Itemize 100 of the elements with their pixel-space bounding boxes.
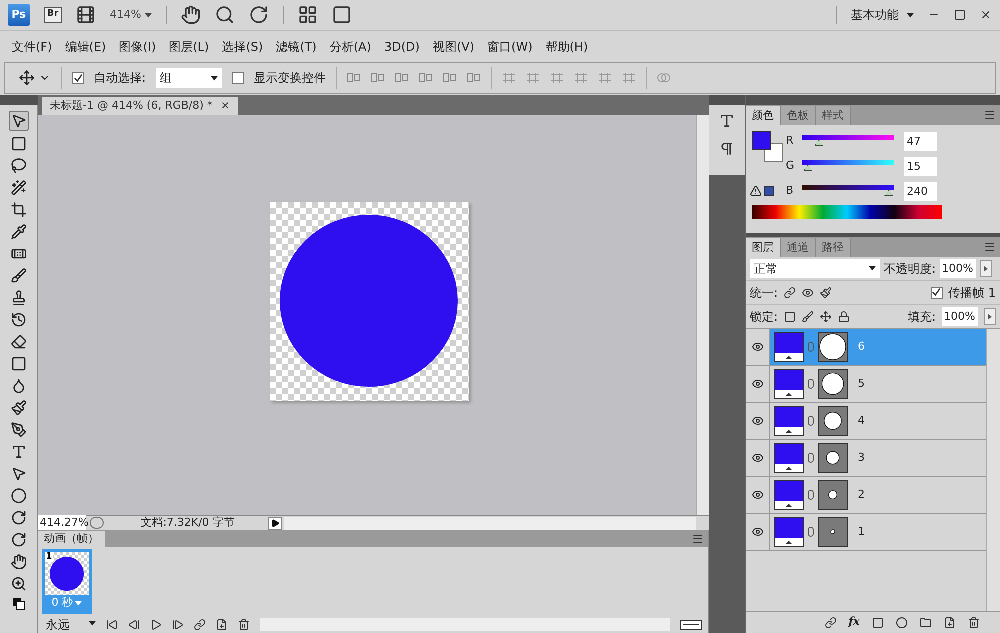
channel-slider[interactable]	[802, 160, 894, 172]
menu-item[interactable]: 文件(F)	[12, 38, 52, 56]
layer-name[interactable]: 1	[858, 524, 865, 540]
wand-tool-icon[interactable]	[10, 180, 26, 196]
caret-icon[interactable]	[89, 620, 96, 626]
next-frame-icon[interactable]	[172, 618, 184, 630]
visibility-eye-icon[interactable]	[752, 489, 764, 501]
adjustment-layer-icon[interactable]	[896, 616, 908, 628]
eyedropper-tool-icon[interactable]	[10, 224, 26, 240]
orbit-3d-icon[interactable]	[10, 532, 26, 548]
lasso-tool-icon[interactable]	[10, 158, 26, 174]
opacity-field[interactable]: 100%	[940, 259, 976, 278]
menu-item[interactable]: 选择(S)	[222, 38, 264, 56]
layer-row[interactable]: 5	[746, 366, 986, 403]
move-tool-icon[interactable]	[10, 113, 26, 129]
layer-row[interactable]: 4	[746, 403, 986, 440]
arrange-icon[interactable]	[298, 5, 318, 25]
visibility-eye-icon[interactable]	[752, 378, 764, 390]
new-layer-icon[interactable]	[944, 616, 956, 628]
panel-menu-icon[interactable]	[984, 241, 996, 253]
close-icon[interactable]	[980, 9, 992, 21]
visibility-eye-icon[interactable]	[752, 452, 764, 464]
lock-transparency-icon[interactable]	[784, 310, 796, 322]
visibility-eye-icon[interactable]	[752, 415, 764, 427]
menu-item[interactable]: 分析(A)	[330, 38, 372, 56]
visibility-eye-icon[interactable]	[752, 526, 764, 538]
move-tool-icon[interactable]	[19, 70, 51, 86]
panel-tab[interactable]: 样式	[816, 106, 851, 125]
link-layers-icon[interactable]	[824, 616, 837, 628]
bridge-button[interactable]: Br	[44, 7, 62, 23]
gamut-warning-icon[interactable]	[750, 185, 762, 197]
slider-thumb[interactable]	[814, 140, 824, 146]
first-frame-icon[interactable]	[106, 618, 118, 630]
menu-item[interactable]: 编辑(E)	[65, 38, 106, 56]
layer-row[interactable]: 2	[746, 477, 986, 514]
layers-scrollbar[interactable]	[986, 329, 1000, 611]
channel-value-field[interactable]: 15	[904, 156, 937, 176]
unify-visibility-icon[interactable]	[802, 286, 814, 298]
auto-select-dropdown[interactable]: 组	[156, 68, 222, 88]
caret-icon[interactable]	[145, 12, 152, 18]
stepper-button[interactable]	[980, 260, 992, 277]
lock-all-icon[interactable]	[838, 310, 850, 322]
marquee-tool-icon[interactable]	[10, 136, 26, 152]
zoom-icon[interactable]	[215, 5, 236, 25]
menu-item[interactable]: 滤镜(T)	[276, 38, 317, 56]
brush-tool-icon[interactable]	[10, 268, 26, 284]
panel-tab[interactable]: 图层	[746, 238, 781, 257]
caret-icon[interactable]	[869, 266, 876, 271]
menu-item[interactable]: 帮助(H)	[546, 38, 588, 56]
menu-item[interactable]: 窗口(W)	[488, 38, 533, 56]
channel-value-field[interactable]: 240	[904, 182, 937, 200]
blend-mode-dropdown[interactable]: 正常	[750, 259, 880, 278]
eraser-tool-icon[interactable]	[10, 334, 26, 350]
new-group-icon[interactable]	[920, 616, 932, 628]
layer-name[interactable]: 4	[858, 412, 865, 430]
character-panel-icon[interactable]	[719, 113, 735, 129]
channel-value-field[interactable]: 47	[904, 132, 937, 150]
color-swatches-icon[interactable]	[12, 597, 26, 611]
timeline-toggle-icon[interactable]	[680, 620, 702, 630]
lock-pixels-icon[interactable]	[802, 310, 814, 322]
slider-thumb[interactable]	[804, 165, 813, 171]
paragraph-panel-icon[interactable]	[719, 141, 735, 157]
menu-item[interactable]: 视图(V)	[432, 38, 475, 56]
history-brush-icon[interactable]	[10, 312, 26, 328]
hand-icon[interactable]	[181, 5, 202, 25]
zoom-preview-icon[interactable]	[90, 517, 104, 529]
type-tool-icon[interactable]	[10, 444, 26, 460]
document-tab[interactable]: 未标题-1 @ 414% (6, RGB/8) * ×	[42, 97, 238, 115]
panel-tab[interactable]: 颜色	[746, 106, 781, 125]
drop-tool-icon[interactable]	[10, 378, 26, 394]
panel-tab[interactable]: 通道	[781, 238, 816, 257]
duplicate-frame-icon[interactable]	[216, 618, 228, 630]
animation-panel-tab[interactable]: 动画（帧）	[38, 531, 105, 547]
menu-item[interactable]: 图层(L)	[169, 38, 210, 56]
ellipse-tool-icon[interactable]	[10, 488, 26, 504]
maximize-icon[interactable]	[954, 9, 966, 21]
checkbox[interactable]	[930, 286, 943, 298]
pen-tool-icon[interactable]	[10, 422, 26, 438]
channel-slider[interactable]	[802, 135, 894, 147]
status-menu-icon[interactable]	[268, 516, 282, 530]
panel-tab[interactable]: 路径	[816, 238, 851, 257]
visibility-eye-icon[interactable]	[752, 341, 764, 353]
dodge-tool-icon[interactable]	[10, 400, 26, 416]
horizontal-scrollbar[interactable]	[284, 516, 696, 530]
slider-thumb[interactable]	[884, 190, 894, 196]
color-spectrum-bar[interactable]	[752, 205, 942, 219]
loop-dropdown[interactable]: 永远	[46, 616, 96, 633]
tween-icon[interactable]	[194, 618, 206, 630]
layer-name[interactable]: 2	[858, 486, 865, 504]
zoom-tool-icon[interactable]	[10, 576, 26, 592]
delete-layer-icon[interactable]	[968, 616, 980, 628]
caret-icon[interactable]	[211, 76, 218, 80]
panel-menu-icon[interactable]	[984, 109, 996, 121]
vertical-scrollbar[interactable]	[696, 115, 709, 515]
zoom-dropdown[interactable]: 414%	[110, 6, 152, 24]
rotate-view-icon[interactable]	[249, 5, 270, 25]
menu-item[interactable]: 3D(D)	[384, 38, 420, 56]
frames-scrollbar[interactable]	[260, 618, 670, 631]
hand-tool-icon[interactable]	[10, 554, 26, 570]
gradient-tool-icon[interactable]	[10, 356, 26, 372]
